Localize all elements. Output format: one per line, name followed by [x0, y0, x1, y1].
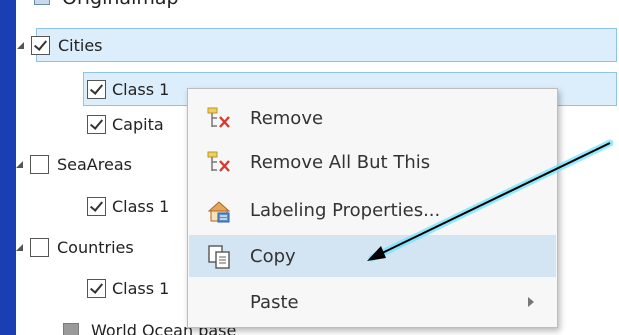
- layer-row-countries[interactable]: Countries: [16, 230, 134, 264]
- layer-label: Cities: [58, 35, 103, 55]
- class-visibility-checkbox[interactable]: [87, 79, 106, 99]
- layer-visibility-checkbox[interactable]: [30, 154, 49, 174]
- layer-label: SeaAreas: [57, 154, 132, 174]
- map-row[interactable]: Originalmap: [34, 0, 179, 15]
- layer-row-cities[interactable]: Cities: [17, 28, 617, 62]
- menu-item-remove[interactable]: Remove: [189, 97, 556, 139]
- menu-item-label: Remove: [250, 107, 324, 129]
- menu-item-label: Remove All But This: [250, 151, 431, 173]
- menu-item-label: Labeling Properties...: [250, 199, 441, 221]
- collapse-arrow-icon[interactable]: [16, 243, 23, 251]
- menu-item-labeling-properties[interactable]: Labeling Properties...: [189, 189, 556, 231]
- class-visibility-checkbox[interactable]: [87, 196, 106, 216]
- layer-label: Capita: [112, 114, 164, 134]
- basemap-layer-icon: [63, 323, 79, 335]
- layer-label: Class 1: [112, 278, 170, 298]
- menu-item-label: Copy: [250, 245, 296, 267]
- menu-item-copy[interactable]: Copy: [189, 235, 556, 277]
- layer-row-cities-capital[interactable]: Capita: [87, 107, 164, 141]
- layer-visibility-checkbox[interactable]: [30, 237, 49, 257]
- layer-label: Class 1: [112, 196, 170, 216]
- map-icon: [34, 0, 50, 5]
- menu-item-paste[interactable]: Paste: [189, 281, 556, 323]
- contents-pane: Originalmap Cities Class 1 Capita SeaAre…: [16, 0, 619, 335]
- submenu-arrow-icon: [528, 297, 534, 307]
- class-visibility-checkbox[interactable]: [87, 114, 106, 134]
- layer-label: Countries: [57, 237, 134, 257]
- layer-label: Class 1: [112, 79, 170, 99]
- map-name-label: Originalmap: [62, 0, 179, 9]
- layer-row-seaareas[interactable]: SeaAreas: [16, 147, 132, 181]
- remove-all-layers-icon: [207, 151, 230, 172]
- labeling-properties-icon: [207, 201, 231, 223]
- layer-row-seaareas-class-1[interactable]: Class 1: [87, 189, 169, 223]
- class-visibility-checkbox[interactable]: [87, 278, 106, 298]
- remove-layer-icon: [207, 107, 230, 128]
- layer-visibility-checkbox[interactable]: [31, 35, 50, 55]
- collapse-arrow-icon[interactable]: [17, 41, 24, 49]
- context-menu: Remove Remove All But This Labeling Prop…: [187, 88, 558, 328]
- collapse-arrow-icon[interactable]: [16, 160, 23, 168]
- layer-row-countries-class-1[interactable]: Class 1: [87, 271, 169, 305]
- menu-item-remove-all-but-this[interactable]: Remove All But This: [189, 141, 556, 183]
- copy-icon: [208, 245, 230, 269]
- menu-item-label: Paste: [250, 291, 299, 313]
